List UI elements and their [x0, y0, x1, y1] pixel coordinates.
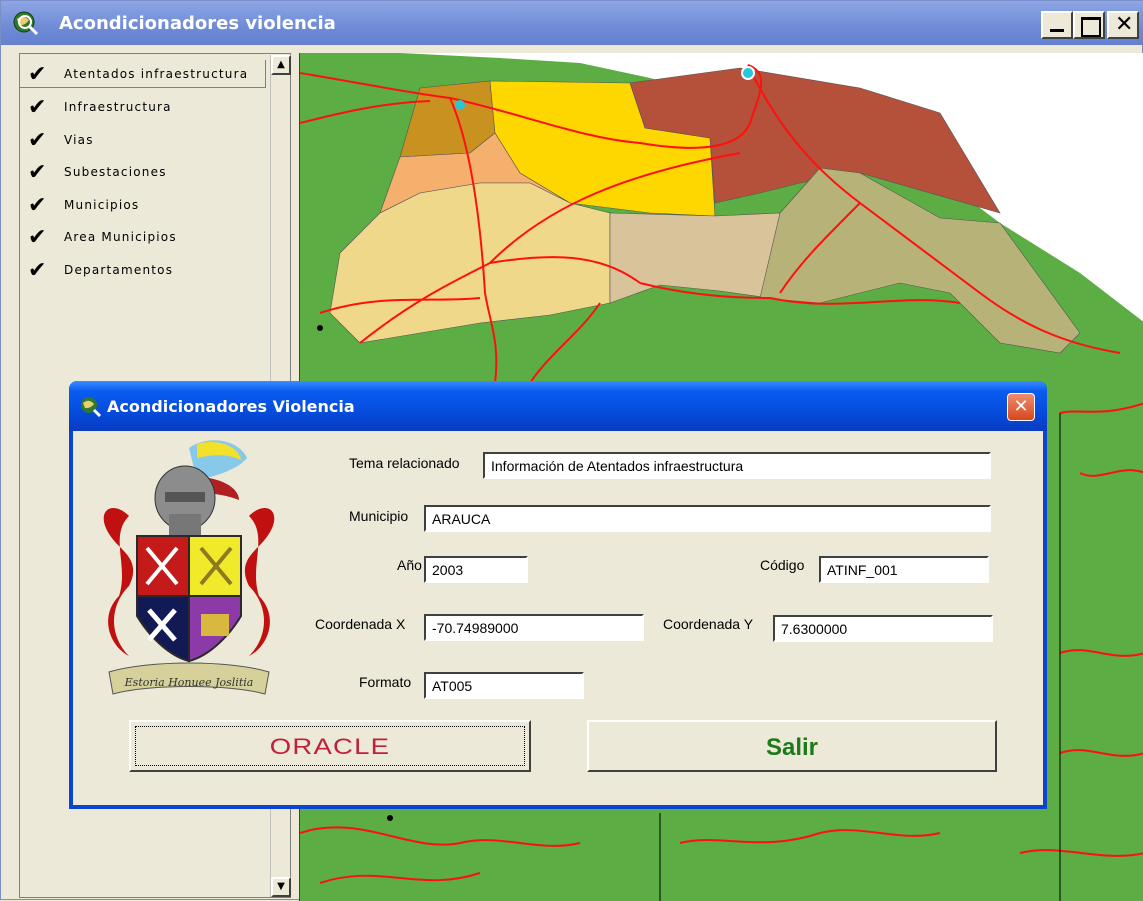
globe-magnifier-icon [81, 397, 101, 417]
layer-item-area-municipios[interactable]: ✔ Area Municipios [28, 225, 177, 250]
crest-motto: Estoria Honuee Joslitia [124, 676, 254, 689]
layer-label: Municipios [64, 198, 140, 212]
coordenada-y-label: Coordenada Y [663, 616, 754, 632]
anio-label: Año [397, 557, 422, 573]
close-icon: ✕ [1115, 12, 1134, 37]
coat-of-arms-logo: Estoria Honuee Joslitia [103, 440, 275, 695]
layer-label: Infraestructura [64, 100, 172, 114]
maximize-button[interactable] [1073, 11, 1105, 39]
checkmark-icon[interactable]: ✔ [28, 225, 54, 250]
checkmark-icon[interactable]: ✔ [28, 160, 54, 185]
formato-label: Formato [359, 674, 412, 690]
tema-field[interactable]: Información de Atentados infraestructura [483, 452, 991, 479]
codigo-field[interactable]: ATINF_001 [819, 556, 989, 583]
anio-field[interactable]: 2003 [424, 556, 528, 583]
coordenada-x-field[interactable]: -70.74989000 [424, 614, 644, 641]
municipio-field[interactable]: ARAUCA [424, 505, 991, 532]
formato-field[interactable]: AT005 [424, 672, 584, 699]
municipio-label: Municipio [349, 508, 409, 524]
checkmark-icon[interactable]: ✔ [28, 193, 54, 218]
incident-marker-icon[interactable] [741, 66, 755, 80]
close-button[interactable]: ✕ [1107, 11, 1139, 39]
layer-item-infraestructura[interactable]: ✔ Infraestructura [28, 95, 172, 120]
coordenada-x-label: Coordenada X [315, 616, 406, 632]
globe-magnifier-icon [13, 11, 39, 36]
layer-label: Departamentos [64, 263, 174, 277]
dialog-body: Estoria Honuee Joslitia Tema relacionado… [73, 431, 1043, 805]
incident-marker-icon[interactable] [455, 100, 465, 110]
layer-item-subestaciones[interactable]: ✔ Subestaciones [28, 160, 167, 185]
salir-label: Salir [765, 734, 819, 761]
tema-label: Tema relacionado [349, 455, 460, 471]
scroll-up-arrow-icon[interactable]: ▲ [271, 55, 291, 75]
main-window: Acondicionadores violencia ✕ ✔ Atentados… [0, 0, 1143, 901]
checkmark-icon[interactable]: ✔ [28, 128, 54, 153]
checkmark-icon[interactable]: ✔ [28, 95, 54, 120]
scroll-down-arrow-icon[interactable]: ▼ [271, 877, 291, 897]
dialog-title: Acondicionadores Violencia [107, 397, 355, 416]
layer-item-municipios[interactable]: ✔ Municipios [28, 193, 140, 218]
title-bar[interactable]: Acondicionadores violencia ✕ [1, 1, 1143, 45]
oracle-logo-text: ORACLE [269, 734, 391, 759]
dialog-close-button[interactable]: ✕ [1007, 393, 1035, 421]
window-title: Acondicionadores violencia [59, 13, 336, 34]
layer-label: Atentados infraestructura [64, 67, 249, 81]
layer-label: Area Municipios [64, 230, 177, 244]
oracle-button[interactable]: ORACLE [129, 720, 531, 772]
checkmark-icon[interactable]: ✔ [28, 62, 54, 87]
minimize-button[interactable] [1041, 11, 1073, 39]
codigo-label: Código [760, 557, 805, 573]
layer-item-departamentos[interactable]: ✔ Departamentos [28, 258, 174, 283]
layer-item-atentados[interactable]: ✔ Atentados infraestructura [28, 62, 249, 87]
dialog-title-bar[interactable]: Acondicionadores Violencia ✕ [69, 381, 1047, 431]
coordenada-y-field[interactable]: 7.6300000 [773, 615, 993, 642]
salir-button[interactable]: Salir [587, 720, 997, 772]
info-dialog: Acondicionadores Violencia ✕ Estoria Hon… [69, 381, 1047, 809]
layer-label: Vias [64, 133, 94, 147]
close-icon: ✕ [1013, 396, 1029, 417]
checkmark-icon[interactable]: ✔ [28, 258, 54, 283]
layer-item-vias[interactable]: ✔ Vias [28, 128, 94, 153]
layer-label: Subestaciones [64, 165, 167, 179]
